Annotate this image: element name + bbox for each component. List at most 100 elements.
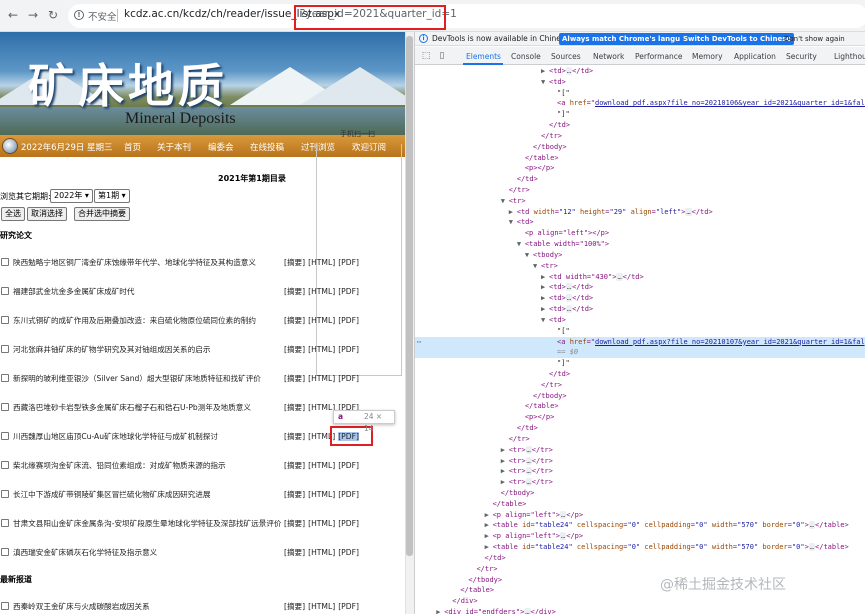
expand-toggle-icon[interactable]: ▶: [509, 207, 517, 218]
article-title[interactable]: 滇西瑞安金矿床磷灰石化学特征及指示意义: [13, 547, 157, 558]
expand-toggle-icon[interactable]: ▼: [541, 77, 549, 88]
html-link[interactable]: [HTML]: [308, 345, 335, 354]
abstract-link[interactable]: [摘要]: [284, 374, 305, 383]
dom-node-line[interactable]: ▶ <tr>…</tr>: [501, 466, 553, 477]
pdf-link[interactable]: [PDF]: [338, 345, 359, 354]
expand-toggle-icon[interactable]: ▼: [509, 217, 517, 228]
dom-node-line[interactable]: ▶ <td>…</td>: [541, 304, 593, 315]
dom-node-line[interactable]: == $0: [549, 347, 578, 358]
tab-performance[interactable]: Performance: [635, 52, 683, 61]
dom-node-line[interactable]: ▼ <tr>: [501, 196, 526, 207]
expand-toggle-icon[interactable]: ▶: [485, 510, 493, 521]
expand-toggle-icon[interactable]: ▶: [485, 542, 493, 553]
expand-toggle-icon[interactable]: ▼: [501, 196, 509, 207]
tab-application[interactable]: Application: [734, 52, 776, 61]
pdf-link[interactable]: [PDF]: [338, 461, 359, 470]
security-label[interactable]: 不安全: [88, 9, 117, 23]
dom-node-line[interactable]: ▼ <td>: [541, 315, 566, 326]
pdf-link[interactable]: [PDF]: [338, 548, 359, 557]
dom-node-line[interactable]: "[": [549, 88, 570, 99]
tab-security[interactable]: Security: [786, 52, 817, 61]
html-link[interactable]: [HTML]: [308, 519, 335, 528]
dom-node-line[interactable]: </tbody>: [493, 488, 535, 499]
pdf-link[interactable]: [PDF]: [338, 258, 359, 267]
tab-sources[interactable]: Sources: [551, 52, 581, 61]
year-select[interactable]: 2022年 ▾: [50, 189, 93, 203]
dom-node-line[interactable]: ▶ <table id="table24" cellspacing="0" cel…: [485, 520, 849, 531]
article-title[interactable]: 西藏洛巴堆砂卡岩型铁多金属矿床石榴子石和锆石U-Pb测年及地质意义: [13, 402, 251, 413]
html-link[interactable]: [HTML]: [308, 461, 335, 470]
article-checkbox[interactable]: [1, 258, 9, 266]
dom-node-line[interactable]: </div>: [444, 596, 477, 607]
dom-node-line[interactable]: </tbody>: [460, 575, 502, 586]
dom-node-line[interactable]: ▼ <tbody>: [525, 250, 563, 261]
article-checkbox[interactable]: [1, 519, 9, 527]
dom-node-line[interactable]: </table>: [485, 499, 527, 510]
dom-node-line[interactable]: </td>: [477, 553, 506, 564]
merge-abstracts-button[interactable]: 合并选中摘要: [74, 207, 130, 221]
dom-node-line[interactable]: </tr>: [501, 434, 530, 445]
dom-node-line[interactable]: <a href="download_pdf.aspx?file_no=20210…: [549, 98, 865, 109]
expand-toggle-icon[interactable]: ▶: [485, 520, 493, 531]
page-scrollbar-thumb[interactable]: [406, 36, 413, 556]
dom-node-line[interactable]: <p></p>: [517, 163, 555, 174]
expand-toggle-icon[interactable]: ▶: [541, 272, 549, 283]
html-link[interactable]: [HTML]: [308, 490, 335, 499]
expand-toggle-icon[interactable]: ▼: [525, 250, 533, 261]
pdf-link[interactable]: [PDF]: [338, 519, 359, 528]
html-link[interactable]: [HTML]: [308, 287, 335, 296]
article-checkbox[interactable]: [1, 490, 9, 498]
dom-node-line[interactable]: ▶ <td width="12" height="29" align="left"…: [509, 207, 713, 218]
abstract-link[interactable]: [摘要]: [284, 602, 305, 611]
nav-submit-online[interactable]: 在线投稿: [250, 141, 284, 153]
pdf-link[interactable]: [PDF]: [338, 602, 359, 611]
html-link[interactable]: [HTML]: [308, 602, 335, 611]
pdf-link[interactable]: [PDF]: [338, 490, 359, 499]
article-title[interactable]: 陕西勉略宁地区铜厂湾金矿床蚀缘带年代学、地球化学特征及其构造意义: [13, 257, 256, 268]
article-checkbox[interactable]: [1, 287, 9, 295]
article-checkbox[interactable]: [1, 374, 9, 382]
pdf-link[interactable]: [PDF]: [338, 374, 359, 383]
abstract-link[interactable]: [摘要]: [284, 519, 305, 528]
dom-node-line[interactable]: ▼ <td>: [541, 77, 566, 88]
dom-node-line[interactable]: ▶ <tr>…</tr>: [501, 456, 553, 467]
pdf-link[interactable]: [PDF]: [338, 316, 359, 325]
dom-node-line[interactable]: <p></p>: [517, 412, 555, 423]
elements-tree[interactable]: ▶ <td>…</td> ▼ <td> "[" <a href="download_pdf…: [415, 66, 865, 614]
dom-node-line[interactable]: </tbody>: [525, 142, 567, 153]
dom-node-line[interactable]: </tr>: [533, 380, 562, 391]
html-link[interactable]: [HTML]: [308, 258, 335, 267]
dom-node-line[interactable]: "]": [549, 358, 570, 369]
expand-toggle-icon[interactable]: ▶: [541, 66, 549, 77]
article-title[interactable]: 川西魏厚山地区庙顶Cu-Au矿床地球化学特征与成矿机制探讨: [13, 431, 218, 442]
dom-node-line[interactable]: ▶ <td>…</td>: [541, 282, 593, 293]
abstract-link[interactable]: [摘要]: [284, 287, 305, 296]
dont-show-again-button[interactable]: Don't show again: [781, 33, 848, 45]
dom-node-line[interactable]: "]": [549, 109, 570, 120]
article-title[interactable]: 柴北缘赛坝沟金矿床流、铅同位素组成：对成矿物质来源的指示: [13, 460, 226, 471]
expand-toggle-icon[interactable]: ▶: [541, 282, 549, 293]
select-all-button[interactable]: 全选: [1, 207, 25, 221]
article-title[interactable]: 福建部武金坑金多金属矿床成矿时代: [13, 286, 135, 297]
abstract-link[interactable]: [摘要]: [284, 490, 305, 499]
article-checkbox[interactable]: [1, 461, 9, 469]
article-title[interactable]: 长江中下游成矿带铜陵矿集区冒拦硫化物矿床成因研究进展: [13, 489, 210, 500]
dom-node-line[interactable]: </td>: [541, 120, 570, 131]
tab-memory[interactable]: Memory: [692, 52, 723, 61]
abstract-link[interactable]: [摘要]: [284, 461, 305, 470]
nav-home[interactable]: 首页: [124, 141, 141, 153]
issue-select[interactable]: 第1期 ▾: [94, 189, 130, 203]
tab-lighthouse[interactable]: Lighthouse: [834, 52, 865, 61]
device-toolbar-icon[interactable]: ▯: [437, 51, 447, 61]
dom-node-line[interactable]: </table>: [517, 401, 559, 412]
dom-node-line[interactable]: </table>: [517, 153, 559, 164]
dom-node-line[interactable]: ▶ <td>…</td>: [541, 293, 593, 304]
dom-node-line[interactable]: ▶ <div id="endfders">…</div>: [436, 607, 556, 614]
article-checkbox[interactable]: [1, 403, 9, 411]
more-options-icon[interactable]: ⋯: [417, 337, 421, 348]
html-link[interactable]: [HTML]: [308, 403, 335, 412]
expand-toggle-icon[interactable]: ▶: [501, 477, 509, 488]
nav-about[interactable]: 关于本刊: [157, 141, 191, 153]
article-title[interactable]: 新探明的玻利维亚银沙（Silver Sand）超大型银矿床地质特征和找矿评价: [13, 373, 261, 384]
pdf-link[interactable]: [PDF]: [338, 287, 359, 296]
